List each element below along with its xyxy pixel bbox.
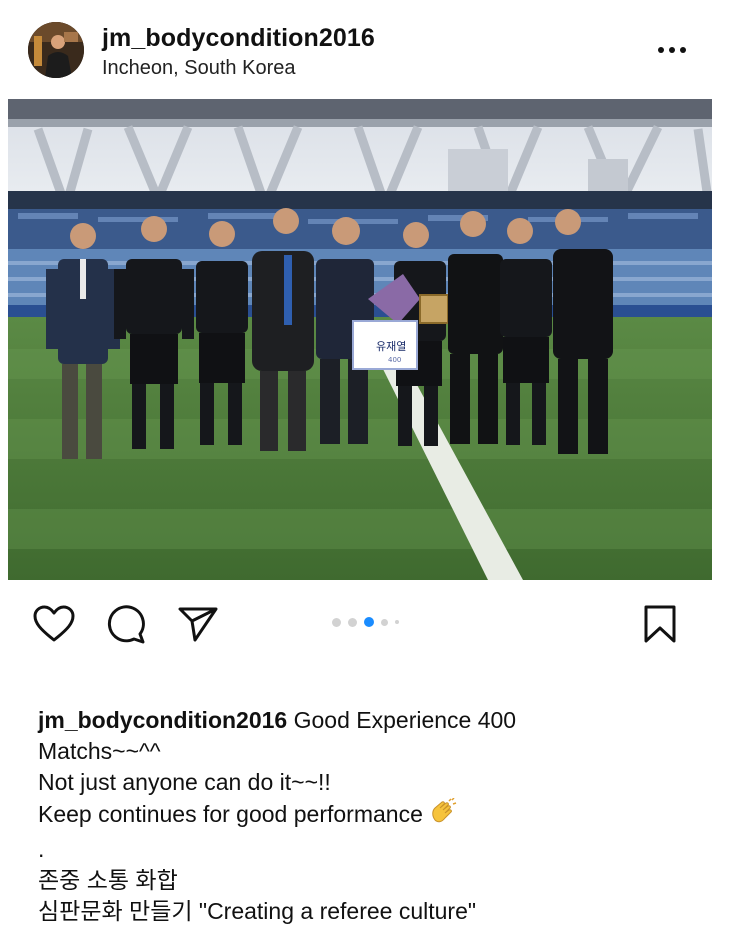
carousel-dot — [348, 617, 357, 627]
carousel-dot — [332, 617, 341, 627]
more-options-button[interactable] — [650, 38, 694, 62]
post-action-bar — [0, 590, 730, 654]
more-horizontal-icon — [658, 47, 686, 53]
caption-text-1: Good Experience 400 — [293, 707, 517, 733]
share-button[interactable] — [176, 602, 220, 646]
location-label[interactable]: Incheon, South Korea — [102, 57, 295, 80]
photo-banner-name: 유재열 — [376, 340, 406, 353]
username[interactable]: jm_bodycondition2016 — [102, 24, 375, 53]
caption-line-4: Keep continues for good performance — [38, 797, 698, 834]
comment-bubble-icon — [107, 605, 145, 644]
heart-outline-icon — [33, 605, 75, 642]
like-button[interactable] — [32, 602, 76, 646]
caption-username[interactable]: jm_bodycondition2016 — [38, 707, 287, 733]
bookmark-outline-icon — [644, 605, 676, 643]
caption-line-3: Not just anyone can do it~~!! — [38, 769, 331, 795]
carousel-dot-active — [364, 617, 374, 627]
caption-line-6: 존중 소통 화합 — [38, 867, 178, 893]
photo-banner-small: 400 — [388, 356, 401, 364]
post-header: jm_bodycondition2016 Incheon, South Kore… — [0, 0, 730, 90]
carousel-dot — [381, 618, 388, 626]
clapping-hands-icon — [429, 797, 457, 834]
carousel-indicator — [332, 616, 399, 628]
avatar[interactable] — [28, 22, 84, 78]
caption-line-5: . — [38, 836, 45, 862]
caption-line-1: jm_bodycondition2016 Good Experience 400 — [38, 705, 698, 736]
paper-plane-icon — [178, 607, 218, 642]
save-button[interactable] — [638, 602, 682, 646]
comment-button[interactable] — [104, 602, 148, 646]
post-photo[interactable]: 유재열 400 — [8, 99, 712, 580]
carousel-dot — [395, 620, 399, 624]
caption-line-7: 심판문화 만들기 "Creating a referee culture" — [38, 898, 477, 924]
caption-text-4: Keep continues for good performance — [38, 801, 423, 827]
caption-line-2: Matchs~~^^ — [38, 738, 161, 764]
post-caption: jm_bodycondition2016 Good Experience 400… — [38, 705, 698, 927]
